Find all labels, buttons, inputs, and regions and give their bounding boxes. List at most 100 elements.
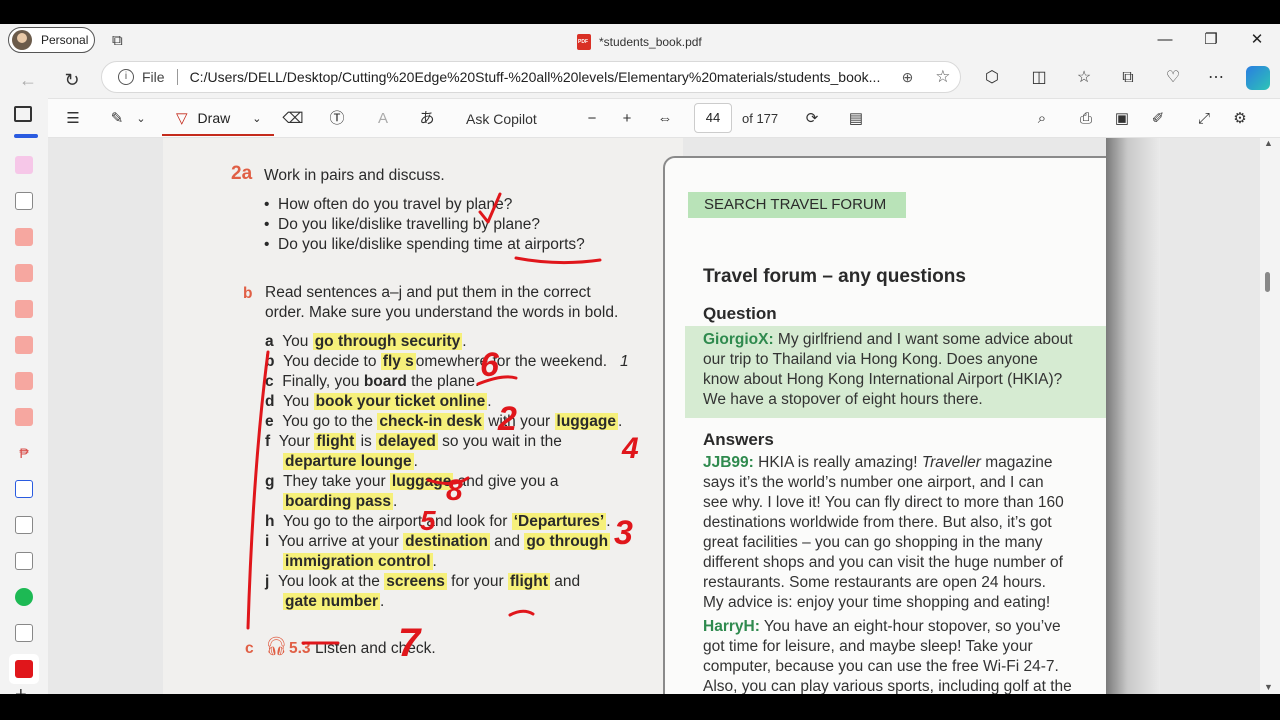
exercise-2c-label: c (245, 640, 254, 657)
file-label: File (142, 69, 165, 85)
tab-actions-icon[interactable]: ⧉ (112, 32, 123, 49)
scroll-down-icon[interactable]: ▼ (1264, 682, 1273, 692)
sentence-text: is (356, 433, 377, 450)
answer-line: JJB99: HKIA is really amazing! Traveller… (703, 454, 1052, 472)
sidebar-tab-document-icon[interactable] (15, 192, 33, 210)
ask-copilot-button[interactable]: Ask Copilot (466, 107, 556, 131)
sidebar-tab-sb-icon[interactable] (15, 588, 33, 606)
bold-term: ‘Departures’ (511, 513, 607, 530)
sidebar-tab-icon[interactable] (15, 156, 33, 174)
page-number-input[interactable]: 44 (694, 103, 732, 133)
highlight-dropdown-icon[interactable]: ⌄ (132, 107, 150, 131)
bold-term: luggage (389, 473, 454, 490)
draw-button[interactable]: ▽ Draw ⌄ (162, 102, 274, 136)
scrollbar-thumb[interactable] (1265, 272, 1270, 292)
text-format-icon: A (377, 110, 388, 127)
sentence-text: . (487, 393, 492, 410)
forum-username: JJB99: (703, 454, 754, 471)
close-button[interactable]: ✕ (1242, 30, 1272, 50)
profile-button[interactable]: Personal (8, 27, 95, 53)
answer-line: restaurants. Some restaurants are open 2… (703, 574, 1046, 591)
sentence-letter: d (265, 393, 275, 410)
post-text: HKIA is really amazing! (753, 454, 922, 471)
rotate-icon[interactable]: ⟳ (800, 107, 824, 131)
sidebar-tab-active[interactable] (9, 654, 39, 684)
bold-term: check-in desk (377, 413, 484, 430)
sentence-j-cont: gate number. (283, 593, 384, 611)
draw-dropdown-icon[interactable]: ⌄ (252, 112, 261, 125)
url-text[interactable]: C:/Users/DELL/Desktop/Cutting%20Edge%20S… (190, 69, 880, 85)
sentence-f-cont: departure lounge. (283, 453, 418, 471)
save-icon[interactable]: ▣ (1110, 107, 1134, 131)
post-text: My girlfriend and I want some advice abo… (773, 331, 1073, 348)
sidebar-tab-pdf-icon[interactable] (15, 264, 33, 282)
sidebar-tab-pdf-icon[interactable] (15, 228, 33, 246)
exercise-2a-title: Work in pairs and discuss. (264, 167, 445, 184)
sidebar-tab-calendar-icon[interactable] (15, 480, 33, 498)
bold-term: screens (384, 573, 447, 590)
url-bar[interactable]: i File C:/Users/DELL/Desktop/Cutting%20E… (101, 61, 961, 93)
bold-term: luggage (554, 413, 618, 430)
bold-term: destination (403, 533, 490, 550)
sidebar-tab-pg-icon[interactable]: ₱ (15, 444, 33, 462)
page-view-icon[interactable]: ▤ (844, 107, 868, 131)
extensions-icon[interactable]: ⬡ (979, 66, 1005, 90)
left-page: 2a Work in pairs and discuss. • How ofte… (163, 138, 683, 694)
info-icon[interactable]: i (118, 69, 134, 85)
settings-gear-icon[interactable]: ⚙ (1228, 107, 1252, 131)
maximize-button[interactable]: ❐ (1196, 30, 1226, 50)
minimize-button[interactable]: — (1150, 30, 1180, 50)
favorites-icon[interactable]: ☆ (1071, 66, 1097, 90)
zoom-icon[interactable]: ⊕ (902, 69, 914, 86)
print-icon[interactable]: ⎙ (1074, 107, 1098, 131)
sidebar-tab-pdf-icon[interactable] (15, 372, 33, 390)
more-options-icon[interactable]: ⋯ (1203, 66, 1229, 90)
highlight-icon[interactable]: ✎ (104, 107, 130, 131)
sidebar-tab-icon[interactable] (15, 516, 33, 534)
audio-icon[interactable]: 🎧︎ (265, 636, 288, 657)
sentence-h: h You go to the airport and look for ‘De… (265, 513, 611, 531)
refresh-icon[interactable]: ↻ (58, 66, 86, 94)
sentence-letter: i (265, 533, 270, 550)
new-tab-icon[interactable]: + (15, 684, 27, 694)
scroll-up-icon[interactable]: ▲ (1264, 138, 1273, 148)
sidebar-toggle-icon[interactable] (14, 106, 32, 122)
window-title-text: *students_book.pdf (599, 35, 702, 49)
sentence-text: You arrive at your (277, 533, 404, 550)
sentence-text: the plane. (406, 373, 480, 390)
zoom-out-icon[interactable]: − (580, 107, 604, 131)
answers-heading: Answers (703, 430, 774, 449)
read-aloud-icon[interactable]: あ (414, 107, 440, 131)
sidebar-tab-icon[interactable] (15, 552, 33, 570)
search-icon[interactable]: ⌕ (1030, 107, 1054, 131)
save-as-icon[interactable]: ✐ (1146, 107, 1170, 131)
add-text-icon[interactable]: Ⓣ (324, 107, 350, 131)
sentence-letter: b (265, 353, 275, 370)
split-screen-icon[interactable]: ◫ (1026, 66, 1052, 90)
forum-username: GiorgioX: (703, 331, 774, 348)
sentence-text: Your (278, 433, 315, 450)
url-separator (176, 69, 178, 85)
fit-width-icon[interactable]: ⇔ (652, 107, 678, 131)
back-arrow-icon[interactable]: ← (14, 66, 42, 94)
favorite-star-icon[interactable]: ☆ (935, 67, 950, 87)
sentence-text: You look at the (277, 573, 385, 590)
answer-line: HarryH: You have an eight-hour stopover,… (703, 618, 1061, 636)
zoom-in-icon[interactable]: + (615, 107, 639, 131)
vertical-scrollbar[interactable]: ▲ ▼ (1262, 138, 1273, 694)
sidebar-tab-pdf-icon (15, 660, 33, 678)
copilot-icon[interactable] (1246, 66, 1270, 90)
sidebar-tab-pdf-icon[interactable] (15, 300, 33, 318)
sidebar-tab-pdf-icon[interactable] (15, 408, 33, 426)
collections-icon[interactable]: ⧉ (1115, 66, 1141, 90)
contents-icon[interactable]: ☰ (60, 107, 86, 131)
fullscreen-icon[interactable]: ⤢ (1192, 107, 1216, 131)
sidebar-tab-pdf-icon[interactable] (15, 336, 33, 354)
sidebar-tab-icon[interactable] (15, 624, 33, 642)
sentence-text: . (392, 493, 398, 510)
pdf-document-area[interactable]: 2a Work in pairs and discuss. • How ofte… (48, 138, 1260, 694)
bold-term: go through security (312, 333, 463, 350)
answer-line: My advice is: enjoy your time shopping a… (703, 594, 1051, 611)
browser-essentials-icon[interactable]: ♡ (1160, 66, 1186, 90)
eraser-icon[interactable]: ⌫ (280, 107, 306, 131)
